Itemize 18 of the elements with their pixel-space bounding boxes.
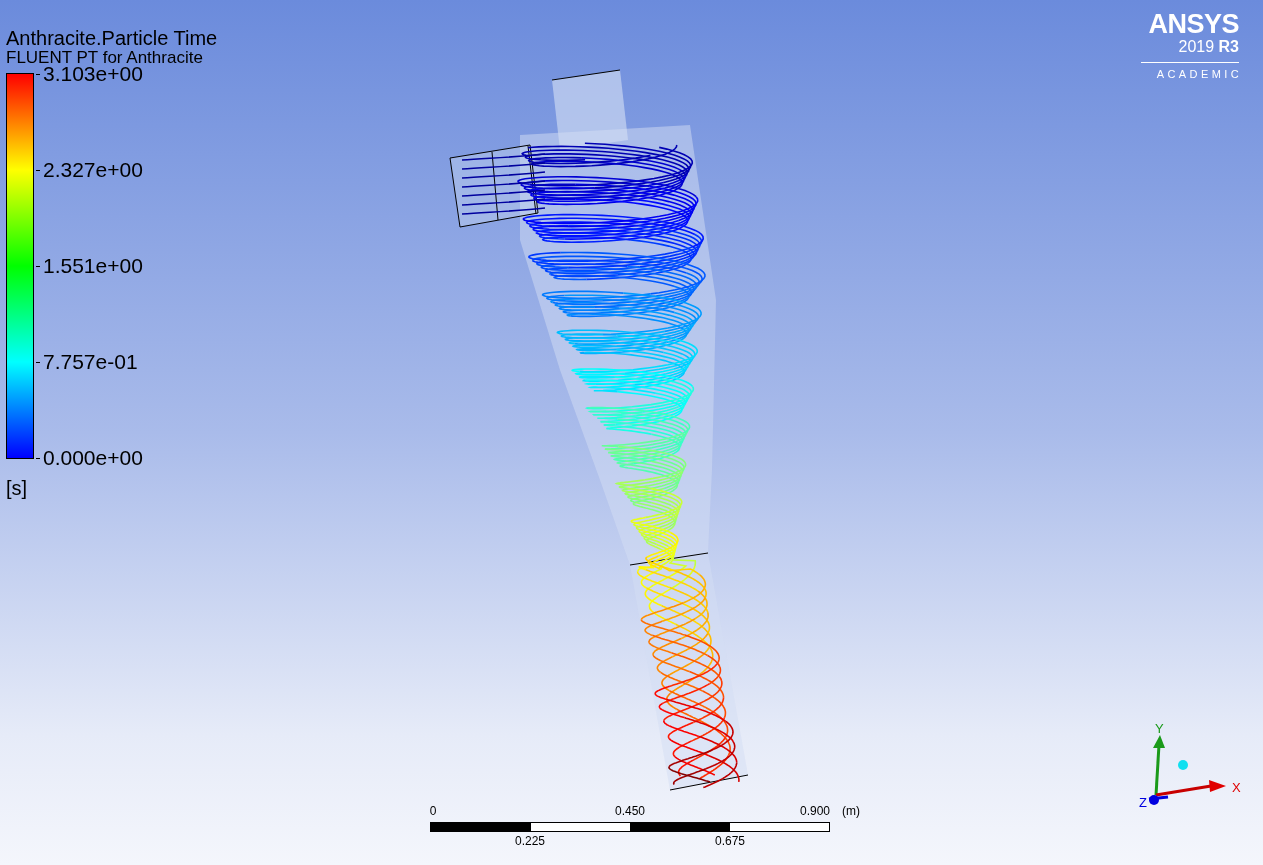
axis-label: Z xyxy=(1139,795,1147,810)
legend-tick-label: 7.757e-01 xyxy=(43,350,138,374)
logo-brand: ANSYS xyxy=(1148,10,1239,38)
scale-label: 0.450 xyxy=(615,804,645,818)
legend-tick-label: 1.551e+00 xyxy=(43,254,143,278)
legend-title: Anthracite.Particle Time xyxy=(6,27,219,49)
logo-edition: ACADEMIC xyxy=(1156,68,1242,80)
legend-tick-label: 0.000e+00 xyxy=(43,446,143,470)
scale-label: 0 xyxy=(429,804,437,818)
scale-label: 0.900 xyxy=(799,804,830,818)
axis-label: X xyxy=(1232,780,1241,795)
logo-version: 2019 R3 xyxy=(1178,38,1239,56)
legend-unit: [s] xyxy=(6,477,29,500)
axis-label: Y xyxy=(1155,721,1164,736)
legend-tick-label: 2.327e+00 xyxy=(43,158,143,182)
scale-label: 0.225 xyxy=(515,834,545,848)
scale-unit: (m) xyxy=(842,804,860,818)
scale-label: 0.675 xyxy=(715,834,745,848)
